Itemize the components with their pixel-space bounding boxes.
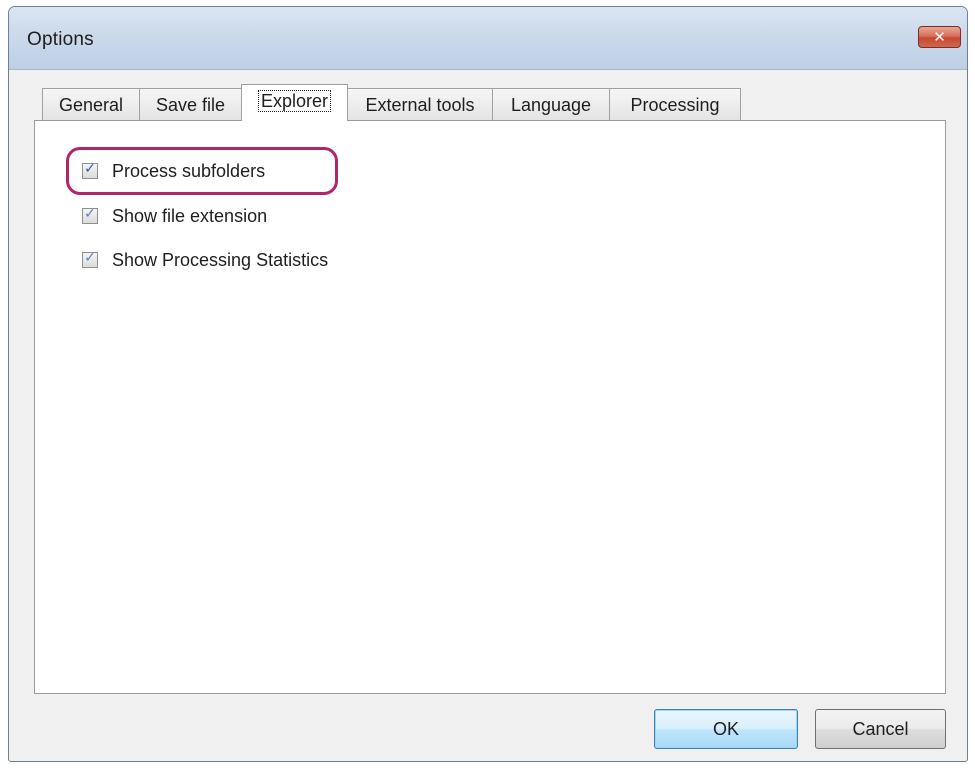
tab-save-file-label: Save file xyxy=(155,95,226,115)
show-processing-statistics-option[interactable]: ✓ Show Processing Statistics xyxy=(82,248,328,272)
process-subfolders-option[interactable]: ✓ Process subfolders xyxy=(82,159,265,183)
cancel-button-label: Cancel xyxy=(852,719,909,739)
tab-external-tools-label: External tools xyxy=(365,95,475,115)
checkmark-icon: ✓ xyxy=(84,161,96,177)
tab-explorer[interactable]: Explorer xyxy=(241,84,348,121)
options-dialog: Options ✕ General Save file Explorer Ext… xyxy=(8,6,968,762)
window-title: Options xyxy=(27,29,94,50)
checkmark-icon: ✓ xyxy=(84,206,96,222)
show-file-extension-option[interactable]: ✓ Show file extension xyxy=(82,204,267,228)
tab-save-file[interactable]: Save file xyxy=(139,88,242,120)
tab-language[interactable]: Language xyxy=(492,88,610,120)
ok-button[interactable]: OK xyxy=(654,709,798,749)
tab-explorer-label: Explorer xyxy=(257,90,332,112)
checkmark-icon: ✓ xyxy=(84,250,96,266)
cancel-button[interactable]: Cancel xyxy=(815,709,946,749)
show-file-extension-checkbox[interactable]: ✓ xyxy=(82,206,98,224)
show-processing-statistics-label: Show Processing Statistics xyxy=(112,249,329,270)
tab-external-tools[interactable]: External tools xyxy=(347,88,493,120)
show-file-extension-label: Show file extension xyxy=(112,205,268,226)
show-processing-statistics-checkbox[interactable]: ✓ xyxy=(82,250,98,268)
tab-language-label: Language xyxy=(510,95,592,115)
close-icon: ✕ xyxy=(933,28,946,46)
explorer-tab-panel: ✓ Process subfolders ✓ Show file extensi… xyxy=(34,120,946,694)
close-button[interactable]: ✕ xyxy=(918,26,961,48)
tab-processing[interactable]: Processing xyxy=(609,88,741,120)
tab-general[interactable]: General xyxy=(42,88,140,120)
tab-general-label: General xyxy=(58,95,124,115)
tab-processing-label: Processing xyxy=(630,95,720,115)
process-subfolders-label: Process subfolders xyxy=(112,160,266,181)
ok-button-label: OK xyxy=(712,719,739,739)
title-bar[interactable]: Options ✕ xyxy=(9,7,967,70)
process-subfolders-checkbox[interactable]: ✓ xyxy=(82,161,98,179)
